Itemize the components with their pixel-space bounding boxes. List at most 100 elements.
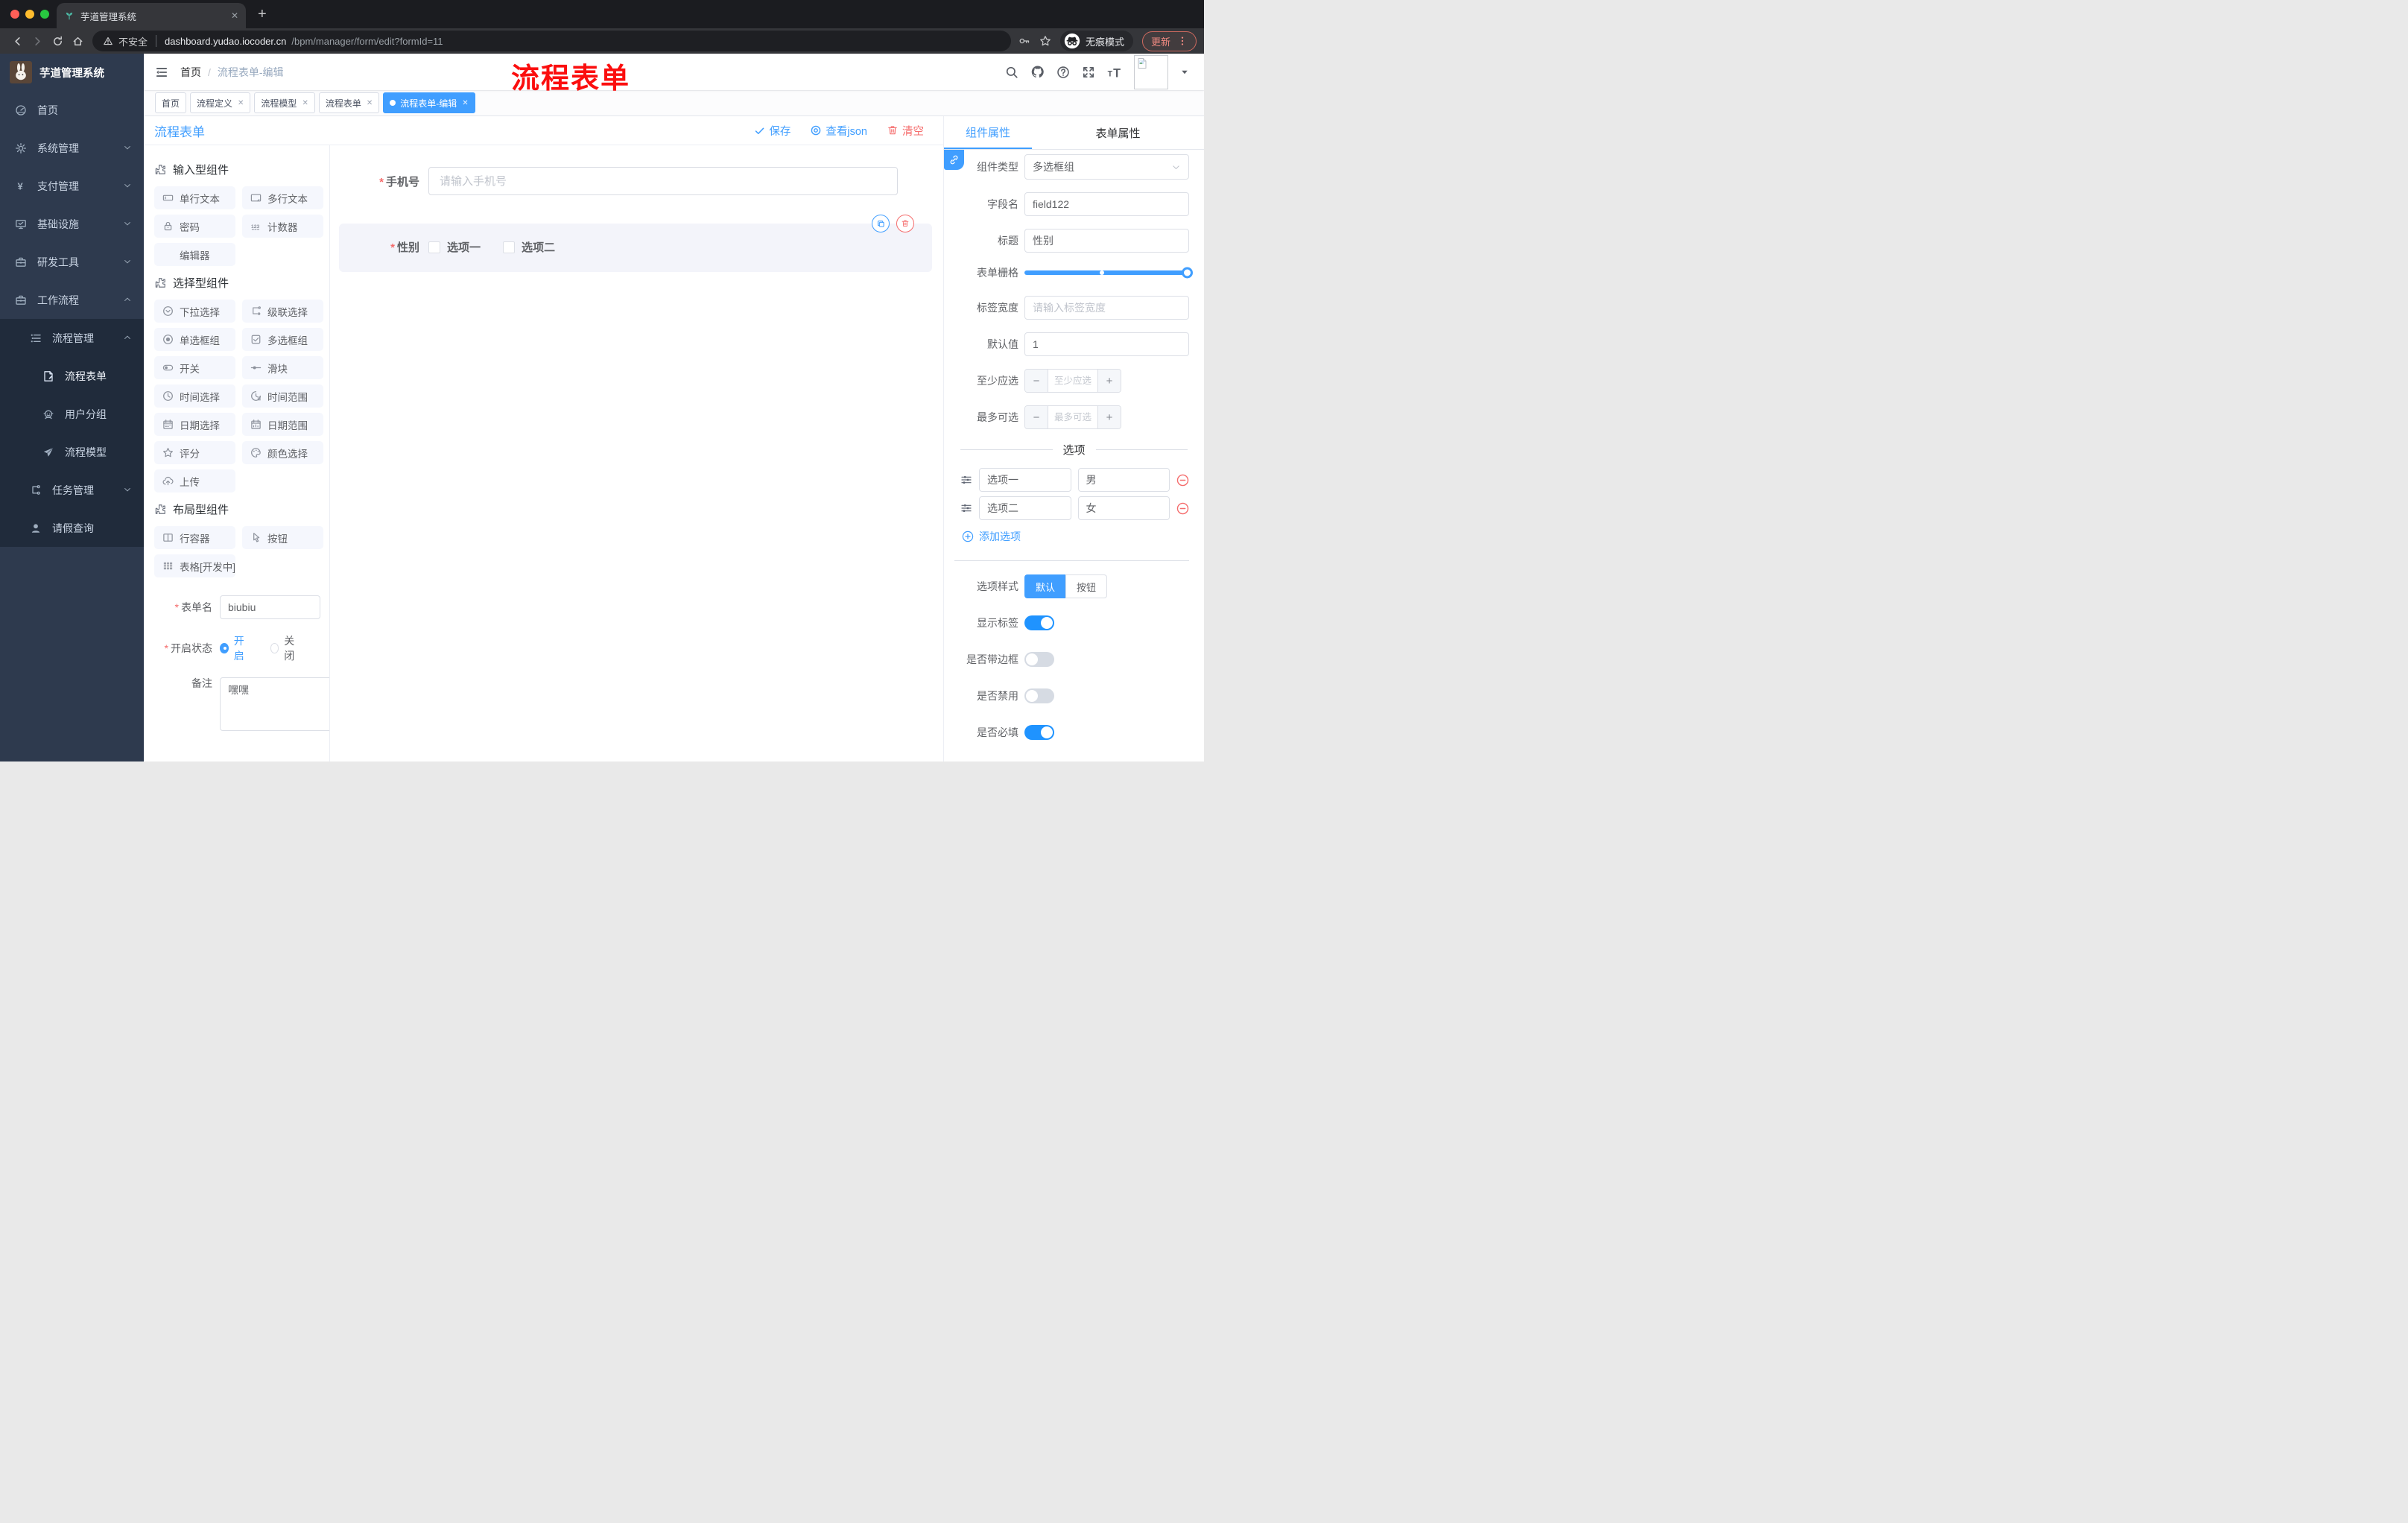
- palette-item[interactable]: 颜色选择: [242, 441, 323, 464]
- password-key-icon[interactable]: [1018, 35, 1030, 47]
- help-icon[interactable]: [1056, 66, 1070, 79]
- sidebar-item[interactable]: 请假查询: [0, 509, 144, 547]
- add-option-button[interactable]: 添加选项: [944, 529, 1204, 544]
- min-select-input[interactable]: [1048, 370, 1097, 392]
- canvas-field-gender[interactable]: * 性别 选项一 选项二: [339, 215, 932, 272]
- avatar[interactable]: [1134, 54, 1168, 89]
- palette-item[interactable]: 下拉选择: [154, 300, 235, 323]
- palette-item[interactable]: 表格[开发中]: [154, 554, 235, 577]
- default-value-input[interactable]: [1024, 332, 1189, 356]
- drag-handle-icon[interactable]: [960, 474, 972, 486]
- page-tab[interactable]: 流程模型 ✕: [254, 92, 315, 113]
- sidebar-item[interactable]: 任务管理: [0, 471, 144, 509]
- status-on-radio[interactable]: 开启: [220, 633, 251, 663]
- palette-item[interactable]: 时间范围: [242, 384, 323, 408]
- page-tab[interactable]: 流程表单-编辑 ✕: [383, 92, 475, 113]
- sidebar-item[interactable]: 系统管理: [0, 129, 144, 167]
- url-bar[interactable]: 不安全 dashboard.yudao.iocoder.cn/bpm/manag…: [92, 31, 1011, 51]
- increment-button[interactable]: +: [1097, 406, 1121, 428]
- close-window-button[interactable]: [10, 10, 19, 19]
- palette-item[interactable]: 单行文本: [154, 186, 235, 209]
- palette-item[interactable]: 密码: [154, 215, 235, 238]
- option-label-input[interactable]: [979, 496, 1071, 520]
- delete-field-button[interactable]: [896, 215, 914, 232]
- remark-textarea[interactable]: 嘿嘿: [220, 677, 329, 731]
- home-button[interactable]: [68, 31, 88, 51]
- title-input[interactable]: [1024, 229, 1189, 253]
- close-tab-icon[interactable]: ✕: [367, 99, 373, 107]
- remove-option-button[interactable]: [1176, 474, 1189, 487]
- page-tab[interactable]: 流程定义 ✕: [190, 92, 251, 113]
- zoom-window-button[interactable]: [40, 10, 49, 19]
- tab-form-props[interactable]: 表单属性: [1032, 116, 1204, 149]
- border-toggle[interactable]: [1024, 652, 1054, 667]
- palette-item[interactable]: 编辑器: [154, 243, 235, 266]
- browser-tab[interactable]: 芋道管理系统 ✕: [57, 3, 246, 28]
- palette-item[interactable]: 评分: [154, 441, 235, 464]
- form-grid-slider[interactable]: [1024, 267, 1193, 279]
- component-type-select[interactable]: 多选框组: [1024, 154, 1189, 180]
- gender-option-1-checkbox[interactable]: 选项一: [428, 239, 481, 255]
- bookmark-star-icon[interactable]: [1039, 35, 1051, 47]
- save-button[interactable]: 保存: [754, 123, 790, 139]
- close-tab-icon[interactable]: ✕: [238, 99, 244, 107]
- view-json-button[interactable]: 查看json: [810, 123, 867, 139]
- palette-item[interactable]: 上传: [154, 469, 235, 493]
- decrement-button[interactable]: −: [1025, 370, 1048, 392]
- link-icon[interactable]: [944, 150, 964, 170]
- slider-handle[interactable]: [1182, 267, 1193, 279]
- sidebar-item[interactable]: 首页: [0, 91, 144, 129]
- page-tab[interactable]: 首页: [155, 92, 187, 113]
- sidebar-item[interactable]: 研发工具: [0, 243, 144, 281]
- font-size-icon[interactable]: TT: [1107, 65, 1122, 80]
- forward-button[interactable]: [28, 31, 48, 51]
- option-style-button[interactable]: 按钮: [1065, 574, 1108, 598]
- reload-button[interactable]: [48, 31, 68, 51]
- search-icon[interactable]: [1005, 66, 1018, 79]
- close-tab-icon[interactable]: ✕: [302, 99, 308, 107]
- palette-item[interactable]: 级联选择: [242, 300, 323, 323]
- palette-item[interactable]: 按钮: [242, 526, 323, 549]
- form-name-input[interactable]: [220, 595, 320, 619]
- option-label-input[interactable]: [979, 468, 1071, 492]
- breadcrumb-home[interactable]: 首页: [180, 65, 201, 80]
- palette-item[interactable]: 滑块: [242, 356, 323, 379]
- phone-input[interactable]: [428, 167, 898, 195]
- close-tab-icon[interactable]: ✕: [462, 99, 468, 107]
- tab-component-props[interactable]: 组件属性: [944, 116, 1032, 149]
- option-value-input[interactable]: [1077, 468, 1170, 492]
- required-toggle[interactable]: [1024, 725, 1054, 740]
- page-tab[interactable]: 流程表单 ✕: [318, 92, 380, 113]
- sidebar-item[interactable]: ¥ 支付管理: [0, 167, 144, 205]
- disabled-toggle[interactable]: [1024, 688, 1054, 703]
- label-width-input[interactable]: [1024, 296, 1189, 320]
- increment-button[interactable]: +: [1097, 370, 1121, 392]
- back-button[interactable]: [7, 31, 28, 51]
- palette-item[interactable]: 单选框组: [154, 328, 235, 351]
- palette-item[interactable]: 日期选择: [154, 413, 235, 436]
- option-style-default[interactable]: 默认: [1024, 574, 1066, 598]
- github-icon[interactable]: [1030, 65, 1045, 79]
- gender-option-2-checkbox[interactable]: 选项二: [503, 239, 555, 255]
- palette-item[interactable]: 多行文本: [242, 186, 323, 209]
- sidebar-item[interactable]: 流程模型: [0, 433, 144, 471]
- show-label-toggle[interactable]: [1024, 615, 1054, 630]
- avatar-caret-icon[interactable]: [1180, 68, 1189, 77]
- app-logo[interactable]: 芋道管理系统: [0, 54, 144, 91]
- field-name-input[interactable]: [1024, 192, 1189, 216]
- clear-button[interactable]: 清空: [887, 123, 924, 139]
- palette-item[interactable]: 多选框组: [242, 328, 323, 351]
- sidebar-item[interactable]: 用户分组: [0, 395, 144, 433]
- remove-option-button[interactable]: [1176, 502, 1189, 515]
- close-tab-icon[interactable]: ✕: [231, 10, 238, 21]
- minimize-window-button[interactable]: [25, 10, 34, 19]
- sidebar-item[interactable]: 基础设施: [0, 205, 144, 243]
- palette-item[interactable]: 开关: [154, 356, 235, 379]
- sidebar-item[interactable]: 流程管理: [0, 319, 144, 357]
- option-value-input[interactable]: [1077, 496, 1170, 520]
- status-off-radio[interactable]: 关闭: [270, 633, 302, 663]
- palette-item[interactable]: 日期范围: [242, 413, 323, 436]
- hamburger-icon[interactable]: [155, 66, 168, 79]
- decrement-button[interactable]: −: [1025, 406, 1048, 428]
- sidebar-item[interactable]: 工作流程: [0, 281, 144, 319]
